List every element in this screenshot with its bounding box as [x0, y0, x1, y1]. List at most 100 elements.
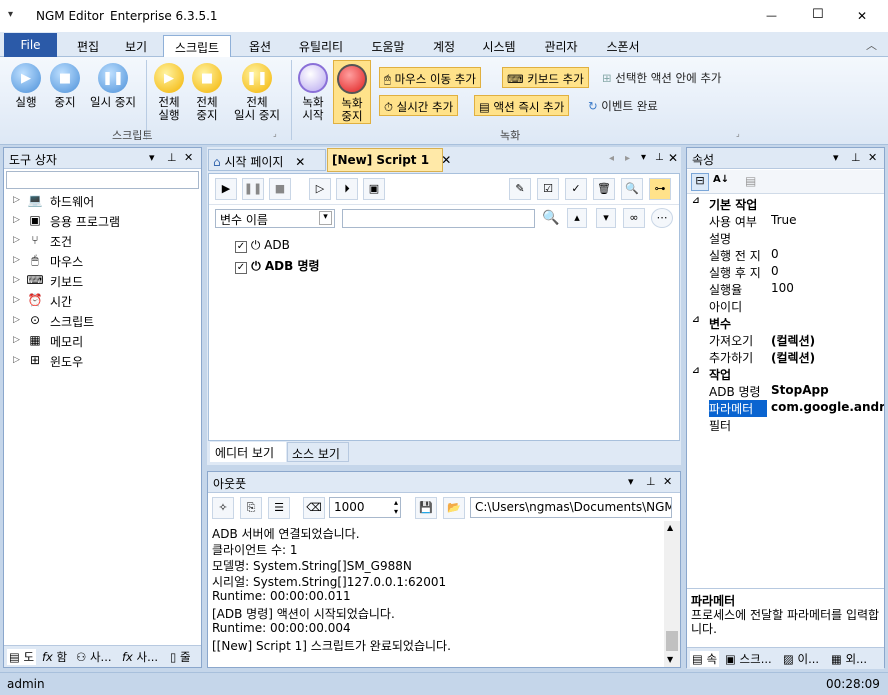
tab-source-view[interactable]: 소스 보기 [287, 442, 349, 462]
tab-options[interactable]: 옵션 [240, 35, 280, 57]
close-tab-icon[interactable]: ✕ [295, 155, 305, 169]
tab-sponsor[interactable]: 스폰서 [598, 35, 648, 57]
action-item-adb-command[interactable]: ✓ ⏻ ADB 명령 [235, 257, 320, 274]
infinity-icon[interactable]: ∞ [623, 208, 645, 228]
search-icon[interactable]: 🔍 [542, 210, 559, 226]
folder-icon[interactable]: 📂 [443, 497, 465, 519]
pin-icon[interactable]: ⊥ [655, 152, 664, 163]
search-icon[interactable]: 🔍 [621, 178, 643, 200]
keyboard-add-button[interactable]: ⌨ 키보드 추가 [502, 67, 589, 88]
close-tab-icon[interactable]: ✕ [441, 153, 451, 167]
toolbox-item-hardware[interactable]: ▷ 💻 하드웨어 [4, 193, 199, 213]
record-start-button[interactable]: 녹화 시작 [296, 63, 330, 122]
edit-icon[interactable]: ✎ [509, 178, 531, 200]
pin-icon[interactable]: ⊥ [646, 475, 656, 488]
app-menu-icon[interactable]: ▾ [8, 9, 13, 20]
dropdown-icon[interactable]: ▾ [149, 151, 155, 164]
move-up-icon[interactable]: ▴ [567, 208, 587, 228]
pause-button[interactable]: ❚❚ 일시 중지 [84, 63, 142, 109]
sort-az-icon[interactable]: A↓ [713, 174, 729, 185]
tab-users[interactable]: ⚇ 사... [76, 649, 112, 665]
tab-images[interactable]: ▨ 이... [783, 651, 819, 667]
prop-row-description[interactable]: 설명 [687, 230, 884, 247]
dropdown-icon[interactable]: ▾ [833, 151, 839, 164]
tab-editor-view[interactable]: 에디터 보기 [210, 442, 286, 462]
close-icon[interactable]: ✕ [184, 151, 193, 164]
tab-admin[interactable]: 관리자 [534, 35, 588, 57]
tab-system[interactable]: 시스템 [474, 35, 524, 57]
pin-icon[interactable]: ⊥ [851, 151, 861, 164]
all-stop-button[interactable]: ■ 전체 중지 [188, 63, 226, 122]
tab-script[interactable]: 스크립트 [163, 35, 231, 58]
collapse-ribbon-icon[interactable]: ︿ [866, 37, 877, 53]
toolbox-item-mouse[interactable]: ▷ 🖱 마우스 [4, 253, 199, 273]
dialog-launcher-icon[interactable]: ⌟ [273, 129, 277, 138]
dialog-launcher-icon[interactable]: ⌟ [736, 129, 740, 138]
stop-button[interactable]: ■ 중지 [46, 63, 84, 109]
tab-edit[interactable]: 편집 [68, 35, 108, 57]
tab-view[interactable]: 보기 [116, 35, 156, 57]
realtime-add-button[interactable]: ⏱ 실시간 추가 [379, 95, 459, 116]
save-icon[interactable]: 💾 [415, 497, 437, 519]
checkbox-checked-icon[interactable]: ✓ [235, 262, 247, 274]
close-icon[interactable]: ✕ [868, 151, 877, 164]
categorized-icon[interactable]: ⊟ [691, 173, 709, 191]
eraser-icon[interactable]: ⌫ [303, 497, 325, 519]
all-run-button[interactable]: ▶ 전체 실행 [150, 63, 188, 122]
property-pages-icon[interactable]: ▤ [745, 174, 756, 188]
output-scrollbar[interactable]: ▲ ▼ [664, 521, 680, 667]
tab-functions[interactable]: fx 함 [42, 649, 67, 665]
variable-dropdown[interactable]: 변수 이름 ▾ [215, 209, 335, 228]
prop-row-rate[interactable]: 실행율 100 [687, 281, 884, 298]
move-down-icon[interactable]: ▾ [596, 208, 616, 228]
tab-properties[interactable]: ▤ 속 [690, 651, 720, 667]
tab-help[interactable]: 도움말 [362, 35, 414, 57]
category-task[interactable]: ⊿ 작업 [687, 366, 884, 383]
step-icon[interactable]: ▷ [309, 178, 331, 200]
prop-row-parameter[interactable]: 파라메터 com.google.andr [687, 400, 884, 417]
tab-external[interactable]: ▦ 외... [831, 651, 867, 667]
more-icon[interactable]: ⋯ [651, 208, 673, 228]
line-count-stepper[interactable]: 1000 ▴ ▾ [329, 497, 401, 518]
tab-line[interactable]: ▯ 줄 [170, 649, 191, 665]
tab-account[interactable]: 계정 [424, 35, 464, 57]
category-basic[interactable]: ⊿ 기본 작업 [687, 196, 884, 213]
stop-icon[interactable]: ■ [269, 178, 291, 200]
lines-icon[interactable]: ☰ [268, 497, 290, 519]
tab-script-list[interactable]: ▣ 스크... [725, 651, 772, 667]
tab-script-1[interactable]: [New] Script 1 ✕ [327, 148, 451, 172]
toolbox-search-input[interactable] [6, 171, 199, 189]
output-path-field[interactable]: C:\Users\ngmas\Documents\NGM6\ [470, 497, 672, 518]
tab-utility[interactable]: 유틸리티 [290, 35, 352, 57]
run-icon[interactable]: ▶ [215, 178, 237, 200]
minimize-button[interactable]: — [766, 9, 777, 22]
pin-icon[interactable]: ⊥ [167, 151, 177, 164]
record-stop-button[interactable]: 녹화 중지 [333, 60, 371, 124]
category-variable[interactable]: ⊿ 변수 [687, 315, 884, 332]
toolbox-item-keyboard[interactable]: ▷ ⌨ 키보드 [4, 273, 199, 293]
run-selected-icon[interactable]: ▣ [363, 178, 385, 200]
close-window-button[interactable]: ✕ [857, 9, 867, 23]
maximize-button[interactable]: ☐ [812, 7, 824, 22]
scroll-left-icon[interactable]: ◂ [609, 153, 614, 164]
tree-view-icon[interactable]: ⊶ [649, 178, 671, 200]
pause-icon[interactable]: ❚❚ [242, 178, 264, 200]
prop-row-add[interactable]: 추가하기 (컬렉션) [687, 349, 884, 366]
tab-file[interactable]: File [4, 33, 57, 57]
check-all-icon[interactable]: ✓ [565, 178, 587, 200]
prop-row-import[interactable]: 가져오기 (컬렉션) [687, 332, 884, 349]
tab-start-page[interactable]: ⌂ 시작 페이지 ✕ [208, 149, 326, 171]
prop-row-enabled[interactable]: 사용 여부 True [687, 213, 884, 230]
add-in-selected-button[interactable]: ⊞ 선택한 액션 안에 추가 [600, 67, 723, 88]
toolbox-item-window[interactable]: ▷ ⊞ 윈도우 [4, 353, 199, 373]
mouse-move-add-button[interactable]: 🖱 마우스 이동 추가 [379, 67, 481, 88]
action-now-add-button[interactable]: ▤ 액션 즉시 추가 [474, 95, 570, 116]
action-item-adb[interactable]: ✓ ⏻ ADB [235, 238, 290, 253]
delete-icon[interactable]: 🗑 [593, 178, 615, 200]
tab-toolbox[interactable]: ▤ 도 [7, 649, 37, 665]
toolbox-item-time[interactable]: ▷ ⏰ 시간 [4, 293, 199, 313]
toolbox-item-condition[interactable]: ▷ ⑂ 조건 [4, 233, 199, 253]
prop-row-id[interactable]: 아이디 [687, 298, 884, 315]
broom-icon[interactable]: ✧ [212, 497, 234, 519]
run-button[interactable]: ▶ 실행 [6, 63, 46, 109]
